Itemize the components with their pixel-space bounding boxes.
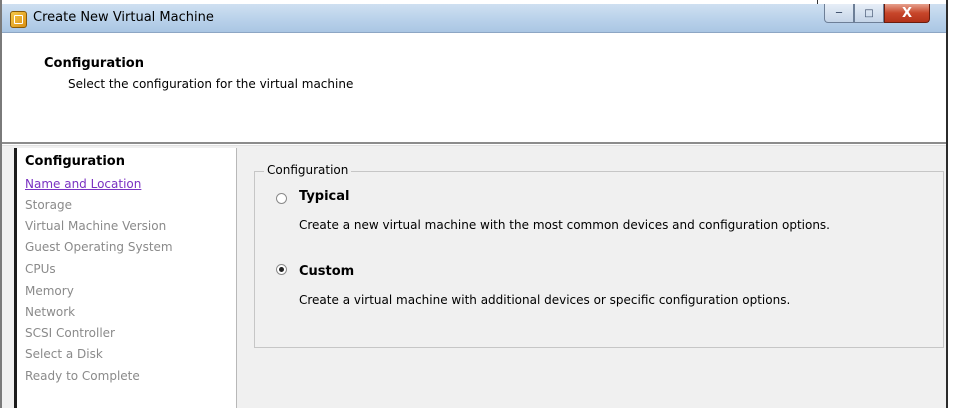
header-divider [2, 142, 946, 144]
step-storage: Storage [25, 198, 72, 212]
step-virtual-machine-version: Virtual Machine Version [25, 219, 167, 233]
step-network: Network [25, 305, 76, 319]
maximize-icon: □ [864, 7, 874, 19]
typical-option-label[interactable]: Typical [299, 189, 350, 204]
custom-option-description: Create a virtual machine with additional… [299, 293, 791, 307]
minimize-icon: ─ [835, 7, 843, 19]
close-button[interactable]: X [884, 4, 930, 23]
page-subtitle: Select the configuration for the virtual… [68, 77, 354, 91]
title-bar[interactable]: Create New Virtual Machine ─ □ X [2, 4, 946, 33]
window-right-border [946, 0, 948, 408]
configuration-groupbox [254, 171, 944, 348]
step-name-and-location[interactable]: Name and Location [25, 177, 141, 191]
step-memory: Memory [25, 284, 74, 298]
close-icon: X [901, 5, 913, 21]
step-cpus: CPUs [25, 262, 56, 276]
typical-option-description: Create a new virtual machine with the mo… [299, 218, 830, 232]
step-configuration: Configuration [25, 154, 125, 169]
custom-radio[interactable] [276, 264, 287, 275]
window-title: Create New Virtual Machine [33, 10, 214, 25]
step-select-a-disk: Select a Disk [25, 347, 103, 361]
step-ready-to-complete: Ready to Complete [25, 369, 140, 383]
maximize-button[interactable]: □ [854, 4, 884, 23]
window-controls: ─ □ X [824, 4, 930, 24]
custom-option-label[interactable]: Custom [299, 264, 354, 279]
vsphere-app-icon [10, 11, 27, 28]
minimize-button[interactable]: ─ [824, 4, 854, 23]
step-guest-operating-system: Guest Operating System [25, 240, 173, 254]
step-scsi-controller: SCSI Controller [25, 326, 115, 340]
typical-radio[interactable] [276, 193, 287, 204]
page-title: Configuration [44, 56, 144, 71]
wizard-header: Configuration Select the configuration f… [2, 33, 946, 143]
configuration-group-legend: Configuration [264, 163, 352, 177]
